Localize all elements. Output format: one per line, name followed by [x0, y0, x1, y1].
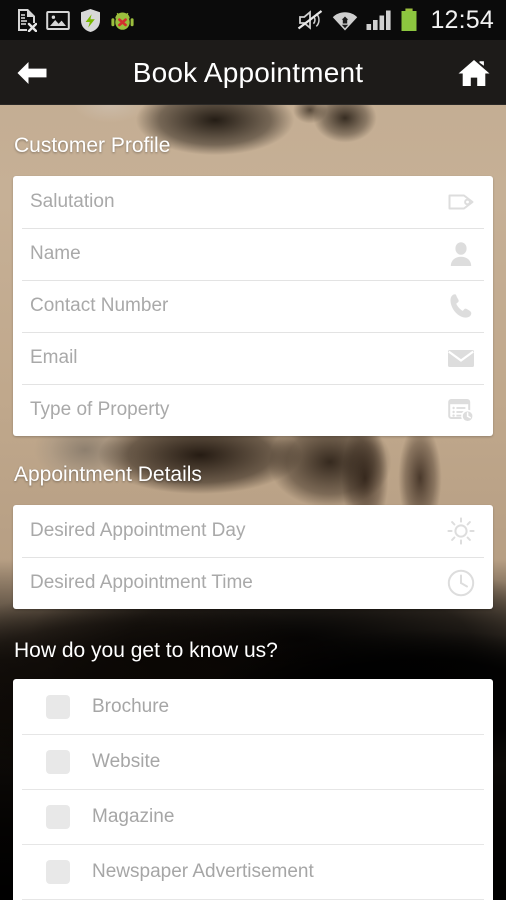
status-bar-system-icons: 12:54 — [297, 6, 494, 35]
checkbox-label-brochure: Brochure — [92, 695, 170, 717]
property-list-clock-icon — [446, 395, 476, 425]
signal-bars-icon — [366, 10, 392, 30]
battery-icon — [401, 8, 417, 31]
customer-profile-card: Salutation Name Contact Number Email Typ… — [13, 176, 493, 436]
clock-icon — [446, 568, 476, 598]
back-arrow-icon — [17, 61, 47, 84]
checkbox-label-magazine: Magazine — [92, 805, 175, 827]
section-title-customer-profile: Customer Profile — [14, 134, 171, 157]
checkbox-row-newspaper-advertisement[interactable]: Newspaper Advertisement — [13, 844, 493, 899]
field-email-placeholder: Email — [30, 347, 78, 368]
field-salutation[interactable]: Salutation — [13, 176, 493, 228]
action-bar: Book Appointment — [0, 40, 506, 105]
checkbox-label-website: Website — [92, 750, 161, 772]
image-icon — [46, 10, 70, 30]
checkbox-row-brochure[interactable]: Brochure — [13, 679, 493, 734]
referral-options-card: Brochure Website Magazine Newspaper Adve… — [13, 679, 493, 900]
field-contact-number[interactable]: Contact Number — [13, 280, 493, 332]
checkbox-website[interactable] — [46, 749, 70, 774]
checkbox-label-newspaper-advertisement: Newspaper Advertisement — [92, 860, 314, 882]
section-title-appointment-details: Appointment Details — [14, 463, 202, 486]
wifi-transfer-icon — [333, 12, 358, 31]
field-salutation-placeholder: Salutation — [30, 191, 115, 212]
scroll-content[interactable]: Customer Profile Salutation Name Contact… — [0, 105, 506, 900]
field-desired-appointment-day-placeholder: Desired Appointment Day — [30, 520, 246, 541]
status-bar-notification-icons — [16, 8, 134, 33]
page-title: Book Appointment — [132, 56, 364, 88]
field-desired-appointment-time[interactable]: Desired Appointment Time — [13, 557, 493, 609]
sound-muted-icon — [298, 10, 323, 30]
status-bar: 12:54 — [0, 0, 506, 40]
checkbox-row-website[interactable]: Website — [13, 734, 493, 789]
android-error-icon — [111, 12, 134, 30]
app-screen: 12:54 Book Appointment Customer Profile … — [0, 0, 506, 900]
checkbox-brochure[interactable] — [46, 694, 70, 719]
checkbox-magazine[interactable] — [46, 804, 70, 829]
checkbox-newspaper-advertisement[interactable] — [46, 859, 70, 884]
envelope-icon — [446, 343, 476, 373]
field-email[interactable]: Email — [13, 332, 493, 384]
person-icon — [446, 239, 476, 269]
field-type-of-property-placeholder: Type of Property — [30, 399, 170, 420]
field-desired-appointment-day[interactable]: Desired Appointment Day — [13, 505, 493, 557]
field-name-placeholder: Name — [30, 243, 81, 264]
sun-icon — [446, 516, 476, 546]
checkbox-row-magazine[interactable]: Magazine — [13, 789, 493, 844]
field-type-of-property[interactable]: Type of Property — [13, 384, 493, 436]
field-desired-appointment-time-placeholder: Desired Appointment Time — [30, 572, 253, 593]
home-button[interactable] — [442, 58, 506, 88]
status-bar-clock: 12:54 — [430, 5, 494, 34]
appointment-details-card: Desired Appointment Day Desired Appointm… — [13, 505, 493, 609]
home-icon — [458, 59, 490, 86]
section-title-referral: How do you get to know us? — [14, 639, 278, 662]
document-delete-icon — [18, 9, 37, 32]
phone-icon — [446, 291, 476, 321]
tag-icon — [446, 187, 476, 217]
field-contact-number-placeholder: Contact Number — [30, 295, 169, 316]
shield-update-icon — [81, 8, 100, 32]
field-name[interactable]: Name — [13, 228, 493, 280]
